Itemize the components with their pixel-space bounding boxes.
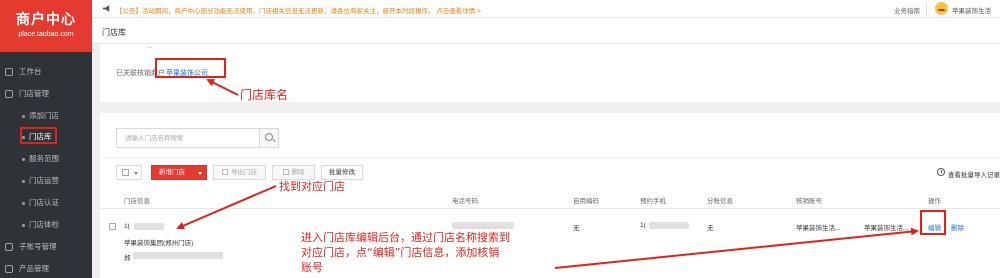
column-header: 分账信息 <box>707 198 733 205</box>
sidebar-item-workbench[interactable]: 工作台 <box>0 63 92 81</box>
page-header: 门店库 <box>92 18 1000 44</box>
annotation-store-library-name: 门店库名 <box>240 88 289 102</box>
annotation-find-store: 找到对应门店 <box>279 180 345 193</box>
export-store-button[interactable]: 导出门店 <box>213 165 266 180</box>
sidebar-item-label: 产品管理 <box>19 264 49 273</box>
clock-icon <box>937 168 945 176</box>
table-header: 门店信息 电话号码 自用编码 预约手机 分账信息 核销账号 操作 <box>100 187 1000 209</box>
user-name[interactable]: 苹果装饰生活 <box>952 5 991 15</box>
booking-mobile: 1( <box>640 222 646 229</box>
annotation-highlight-edit <box>920 210 946 235</box>
page-title: 门店库 <box>102 28 126 37</box>
annotation-highlight-store-library <box>20 127 57 144</box>
sidebar-item-store-management[interactable]: 门店管理 <box>0 85 92 103</box>
sidebar-item-label: 门店认证 <box>29 198 59 207</box>
sidebar-item-label: 门店体检 <box>29 220 59 229</box>
divider <box>100 157 1000 158</box>
sidebar-item-subaccounts[interactable]: 子账号管理 <box>0 238 92 256</box>
row-checkbox[interactable] <box>109 223 116 230</box>
redacted-value <box>649 222 689 229</box>
help-link[interactable]: 业务指南 <box>894 5 920 15</box>
custom-code: 无 <box>573 225 580 232</box>
verification-account: 苹果装饰生活... <box>864 225 909 232</box>
sidebar: 商户中心 place.taobao.com 工作台 门店管理 添加门店 门店库 … <box>0 0 92 278</box>
chevron-down-icon <box>198 172 202 175</box>
search-box <box>116 128 279 148</box>
sidebar-item-products[interactable]: 产品管理 <box>0 260 92 278</box>
redacted-value <box>133 252 223 259</box>
verification-account: 苹果装饰生活... <box>796 225 841 232</box>
column-header: 操作 <box>928 198 941 205</box>
annotation-line: 进入门店库编辑后台，通过门店名称搜索到 <box>301 231 510 244</box>
sidebar-item-label: 门店管理 <box>19 89 49 98</box>
bullet-icon <box>22 180 25 183</box>
column-header: 门店信息 <box>124 198 150 205</box>
avatar[interactable] <box>935 2 948 15</box>
redacted-value <box>134 223 164 230</box>
sidebar-item-label: 门店运营 <box>29 176 59 185</box>
delete-label: 删除 <box>291 169 305 176</box>
delete-link[interactable]: 删除 <box>951 222 964 232</box>
phone-number <box>452 222 514 229</box>
store-icon <box>5 90 13 98</box>
sidebar-item-store-operations[interactable]: 门店运营 <box>0 172 92 190</box>
bullet-icon <box>22 158 25 161</box>
megaphone-icon <box>102 4 110 13</box>
export-icon <box>222 169 228 175</box>
split-info: 无 <box>707 225 714 232</box>
notice-text[interactable]: 【公告】活动期间，商户中心部分功能无法使用，门店相关信息无法更新，请各位商家关注… <box>116 5 481 15</box>
search-input[interactable] <box>117 129 260 147</box>
add-store-button[interactable]: 新增门店 <box>151 165 207 180</box>
import-log-link[interactable]: 查看批量导入记录 <box>948 169 1000 179</box>
store-id: 1( <box>124 223 130 230</box>
box-icon <box>5 265 13 273</box>
store-info-panel: ... 已关联核销商户 苹果装饰公司 <box>100 44 1000 102</box>
sidebar-item-store-checkup[interactable]: 门店体检 <box>0 216 92 234</box>
store-address: 郑 <box>124 255 131 262</box>
annotation-instructions: 进入门店库编辑后台，通过门店名称搜索到 对应门店，点“编辑”门店信息，添加核销 … <box>301 230 510 275</box>
add-store-label: 新增门店 <box>159 169 185 176</box>
logo-title: 商户中心 <box>16 11 76 27</box>
top-bar: 【公告】活动期间，商户中心部分功能无法使用，门店相关信息无法更新，请各位商家关注… <box>92 0 1000 18</box>
column-header: 核销账号 <box>796 198 822 205</box>
annotation-highlight-merchant <box>155 58 226 78</box>
divider <box>926 3 927 15</box>
chevron-down-icon <box>134 172 138 175</box>
annotation-line: 对应门店，点“编辑”门店信息，添加核销 <box>301 246 500 259</box>
annotation-line: 账号 <box>301 261 323 274</box>
sidebar-item-service-range[interactable]: 服务范围 <box>0 150 92 168</box>
column-header: 自用编码 <box>573 198 599 205</box>
store-name: 苹果装饰集团(郑州门店) <box>124 240 194 247</box>
info-top-text: ... <box>147 44 153 50</box>
trash-icon <box>282 169 289 175</box>
column-header: 电话号码 <box>452 198 478 205</box>
store-list-panel: 新增门店 导出门店 删除 批量修改 查看批量导入记录 门店信息 电话号码 自用编… <box>100 113 1000 278</box>
bullet-icon <box>22 224 25 227</box>
batch-edit-label: 批量修改 <box>329 169 355 176</box>
user-icon <box>5 243 13 251</box>
logo-subtitle: place.taobao.com <box>18 31 74 38</box>
checkbox <box>122 169 129 176</box>
select-all-dropdown[interactable] <box>116 165 142 180</box>
sidebar-item-label: 子账号管理 <box>19 242 57 251</box>
sidebar-item-label: 服务范围 <box>29 154 59 163</box>
logo[interactable]: 商户中心 place.taobao.com <box>0 0 92 52</box>
home-icon <box>5 68 13 76</box>
bullet-icon <box>22 202 25 205</box>
sidebar-item-store-verification[interactable]: 门店认证 <box>0 194 92 212</box>
column-header: 预约手机 <box>640 198 666 205</box>
sidebar-item-add-store[interactable]: 添加门店 <box>0 107 92 125</box>
sidebar-item-label: 工作台 <box>19 67 42 76</box>
sidebar-item-label: 添加门店 <box>29 111 59 120</box>
export-store-label: 导出门店 <box>231 169 257 176</box>
bullet-icon <box>22 115 25 118</box>
search-icon[interactable] <box>259 129 278 147</box>
